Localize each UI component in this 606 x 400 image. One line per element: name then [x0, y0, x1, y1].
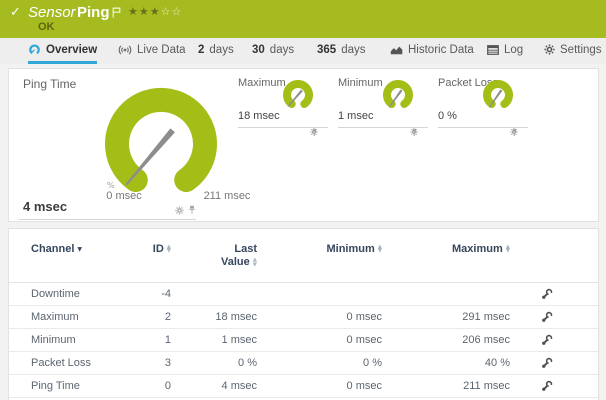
column-header-minimum[interactable]: Minimum▲▼ [257, 243, 382, 255]
tab-live-data[interactable]: Live Data [118, 38, 186, 61]
tab-bar: Overview Live Data 2days 30days 365days … [0, 38, 606, 64]
channels-table-panel: Channel▼ ID▲▼ Last Value▲▼ Minimum▲▼ Max… [8, 228, 599, 400]
tab-overview[interactable]: Overview [28, 38, 97, 64]
mini-gauge-value: 1 msec [338, 110, 373, 122]
tab-log[interactable]: Log [487, 38, 523, 61]
packet-loss-gauge [478, 80, 518, 114]
priority-rating[interactable]: ★★★☆☆ [128, 5, 182, 18]
channel-name: Packet Loss [31, 357, 141, 369]
channel-name: Maximum [31, 311, 141, 323]
stars-filled: ★★★ [128, 5, 161, 18]
pin-icon[interactable] [511, 128, 518, 137]
channel-settings-wrench-icon[interactable] [541, 334, 553, 346]
last-value: 4 msec [171, 380, 257, 392]
sensor-type-label: Sensor [28, 4, 76, 21]
column-header-id[interactable]: ID▲▼ [141, 243, 171, 255]
minimum-value: 0 msec [257, 311, 382, 323]
tab-365-days[interactable]: 365days [317, 38, 365, 61]
log-list-icon [487, 45, 499, 55]
channel-settings-wrench-icon[interactable] [541, 288, 553, 300]
tab-settings[interactable]: Settings [544, 38, 602, 61]
channel-id: -4 [141, 288, 171, 300]
channel-id: 0 [141, 380, 171, 392]
pin-icon[interactable] [411, 128, 418, 137]
table-row-maximum[interactable]: Maximum 2 18 msec 0 msec 291 msec [9, 306, 598, 329]
gauge-scale-min: 0 msec [101, 190, 147, 202]
mini-gauge-value: 0 % [438, 110, 457, 122]
mini-gauge-label: Minimum [338, 77, 383, 89]
table-row-ping-time[interactable]: Ping Time 0 4 msec 0 msec 211 msec [9, 375, 598, 398]
last-value: 1 msec [171, 334, 257, 346]
tab-2-days[interactable]: 2days [198, 38, 234, 61]
channel-name: Ping Time [31, 380, 141, 392]
column-header-channel[interactable]: Channel▼ [31, 243, 141, 255]
sensor-title: Ping [77, 4, 110, 21]
sort-icon: ▲▼ [253, 258, 257, 267]
ok-check-icon: ✓ [10, 5, 21, 20]
maximum-gauge [278, 80, 318, 114]
gear-icon[interactable] [175, 206, 184, 215]
minimum-value: 0 msec [257, 334, 382, 346]
settings-gear-icon [544, 44, 555, 55]
main-gauge-divider [19, 219, 196, 220]
sort-caret-icon: ▼ [77, 246, 82, 253]
maximum-value: 291 msec [382, 311, 510, 323]
main-gauge-label: Ping Time [23, 77, 76, 91]
stars-empty: ☆☆ [161, 5, 183, 18]
minimum-value: 0 % [257, 357, 382, 369]
sensor-header: ✓ Sensor Ping ★★★☆☆ OK [0, 0, 606, 38]
last-value: 18 msec [171, 311, 257, 323]
channel-id: 2 [141, 311, 171, 323]
sort-icon: ▲▼ [506, 245, 510, 254]
mini-gauge-maximum: Maximum 18 msec [238, 77, 328, 128]
table-header-row: Channel▼ ID▲▼ Last Value▲▼ Minimum▲▼ Max… [9, 229, 598, 283]
maximum-value: 211 msec [382, 380, 510, 392]
gauges-panel: Ping Time % 0 msec 211 msec 4 msec Maxim… [8, 68, 599, 222]
maximum-value: 40 % [382, 357, 510, 369]
mini-gauge-minimum: Minimum 1 msec [338, 77, 428, 128]
mini-gauge-packet-loss: Packet Loss 0 % [438, 77, 528, 128]
channel-settings-wrench-icon[interactable] [541, 357, 553, 369]
channel-settings-wrench-icon[interactable] [541, 311, 553, 323]
main-gauge-value: 4 msec [23, 199, 67, 214]
priority-flag-icon[interactable] [112, 4, 121, 22]
table-row-downtime[interactable]: Downtime -4 [9, 283, 598, 306]
column-header-maximum[interactable]: Maximum▲▼ [382, 243, 510, 255]
overview-gauge-icon [28, 43, 41, 56]
tab-30-days[interactable]: 30days [252, 38, 294, 61]
table-row-packet-loss[interactable]: Packet Loss 3 0 % 0 % 40 % [9, 352, 598, 375]
channel-id: 3 [141, 357, 171, 369]
minimum-value: 0 msec [257, 380, 382, 392]
maximum-value: 206 msec [382, 334, 510, 346]
minimum-gauge [378, 80, 418, 114]
column-header-last-value[interactable]: Last Value▲▼ [171, 243, 257, 269]
live-data-signal-icon [118, 45, 132, 55]
gauge-unit-hint: % [107, 181, 115, 190]
mini-gauge-value: 18 msec [238, 110, 280, 122]
channel-name: Minimum [31, 334, 141, 346]
historic-chart-icon [390, 45, 403, 55]
pin-icon[interactable] [311, 128, 318, 137]
gauge-scale-max: 211 msec [198, 190, 256, 202]
last-value: 0 % [171, 357, 257, 369]
channel-id: 1 [141, 334, 171, 346]
channel-settings-wrench-icon[interactable] [541, 380, 553, 392]
table-row-minimum[interactable]: Minimum 1 1 msec 0 msec 206 msec [9, 329, 598, 352]
status-badge: OK [38, 21, 55, 33]
channel-name: Downtime [31, 288, 141, 300]
main-gauge-actions [175, 205, 196, 215]
pin-icon[interactable] [188, 205, 196, 215]
tab-historic-data[interactable]: Historic Data [390, 38, 474, 61]
